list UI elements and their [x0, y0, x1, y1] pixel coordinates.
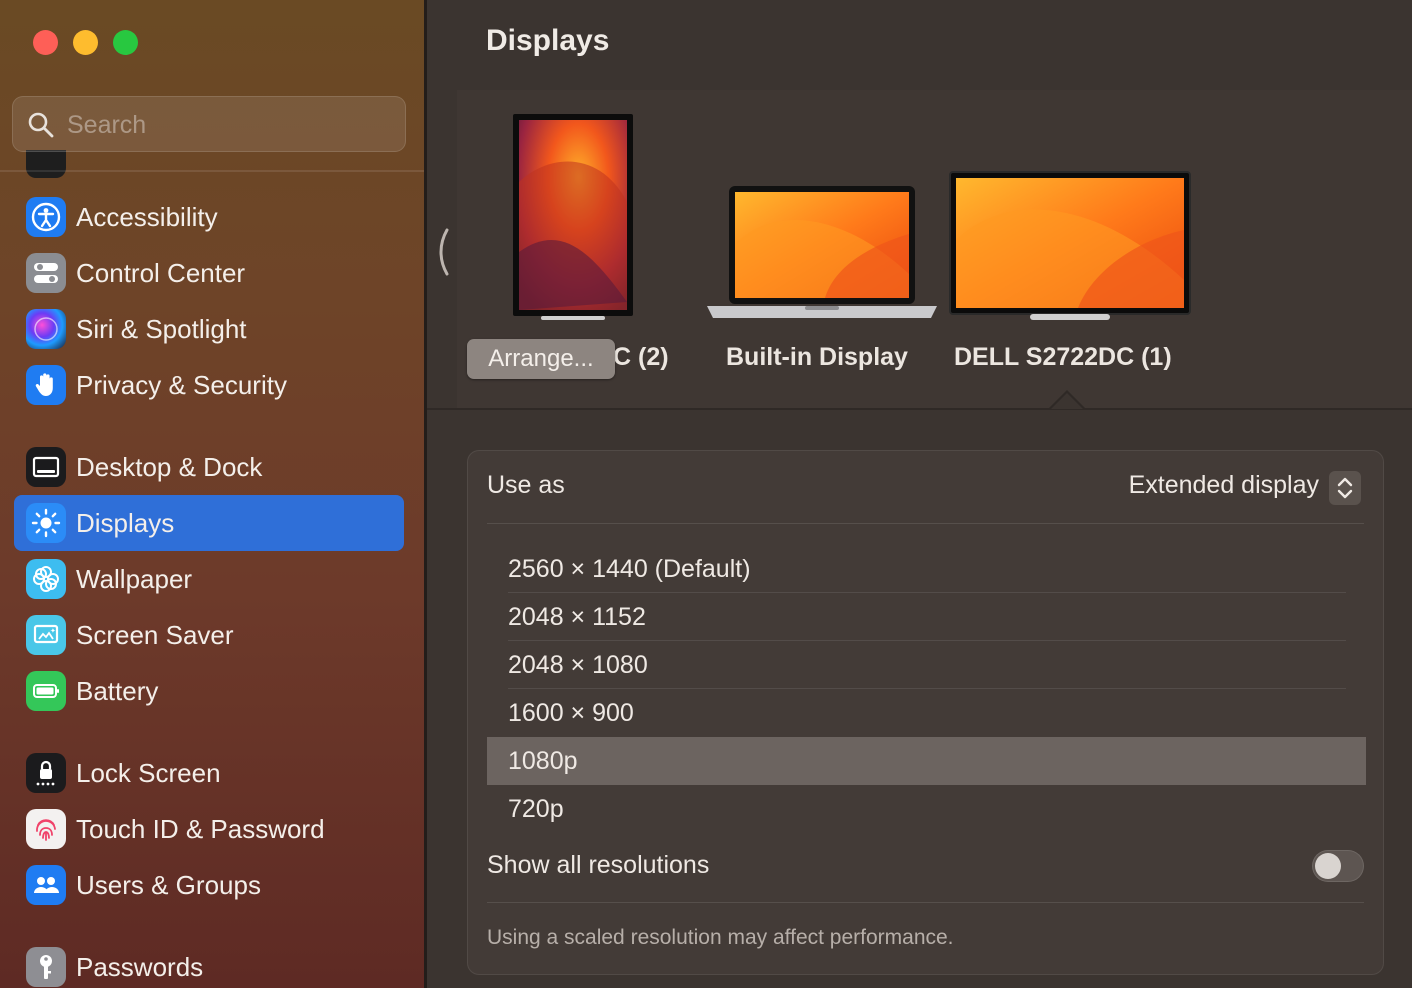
screen-saver-icon: ✦	[26, 615, 66, 655]
sidebar-item-label: Battery	[76, 676, 159, 706]
resolution-label: 2560 × 1440 (Default)	[508, 555, 751, 583]
siri-icon	[26, 309, 66, 349]
sidebar-item-siri-spotlight[interactable]: Siri & Spotlight	[14, 301, 404, 357]
scaled-resolution-note: Using a scaled resolution may affect per…	[487, 926, 954, 949]
sidebar-item-label: Screen Saver	[76, 620, 234, 650]
svg-text:✦: ✦	[50, 627, 56, 635]
sidebar-item-touch-id[interactable]: Touch ID & Password	[14, 801, 404, 857]
resolution-option-selected[interactable]: 1080p	[487, 737, 1366, 785]
sidebar-item-label: Control Center	[76, 258, 246, 288]
sun-icon	[26, 503, 66, 543]
sidebar-item-label: Accessibility	[76, 202, 218, 232]
users-icon	[26, 865, 66, 905]
display-settings-panel: Use as Extended display 2560 × 1440 (Def…	[467, 450, 1384, 975]
panel-divider	[487, 902, 1364, 903]
panel-divider	[487, 523, 1364, 524]
dock-icon	[26, 447, 66, 487]
toggle-knob	[1315, 853, 1341, 879]
sidebar-item-label: Lock Screen	[76, 758, 221, 788]
display-thumbnail-dell-2[interactable]	[511, 112, 637, 324]
hand-icon	[26, 365, 66, 405]
display-label-dell-2[interactable]: C (2)	[613, 343, 669, 372]
sidebar-item-lock-screen[interactable]: Lock Screen	[14, 745, 404, 801]
battery-icon	[26, 671, 66, 711]
resolution-label: 720p	[508, 795, 564, 823]
sidebar-item-label: Passwords	[76, 952, 204, 982]
resolution-label: 1600 × 900	[508, 699, 634, 727]
sidebar-item-wallpaper[interactable]: Wallpaper	[14, 551, 404, 607]
resolution-option[interactable]: 1600 × 900	[487, 689, 1366, 737]
resolution-option[interactable]: 2048 × 1152	[487, 593, 1366, 641]
sidebar-item-battery[interactable]: Battery	[14, 663, 404, 719]
accessibility-icon	[26, 197, 66, 237]
sidebar-item-passwords[interactable]: Passwords	[14, 939, 404, 988]
use-as-label: Use as	[487, 471, 565, 499]
display-thumbnail-dell-1[interactable]	[948, 170, 1192, 326]
sidebar-item-desktop-dock[interactable]: Desktop & Dock	[14, 439, 404, 495]
main-content: Displays C (2) Built-in Display DELL S27…	[427, 0, 1412, 988]
show-all-resolutions-label: Show all resolutions	[487, 851, 710, 879]
use-as-value[interactable]: Extended display	[1129, 471, 1319, 500]
sidebar-item-label: Users & Groups	[76, 870, 261, 900]
sidebar-item-control-center[interactable]: Control Center	[14, 245, 404, 301]
sidebar-item-label: Wallpaper	[76, 564, 193, 594]
search-icon	[28, 112, 54, 138]
flower-icon	[26, 559, 66, 599]
display-label-built-in[interactable]: Built-in Display	[726, 343, 908, 372]
show-all-resolutions-toggle[interactable]	[1312, 850, 1364, 882]
selected-display-pointer-fill	[1051, 393, 1083, 409]
resolution-option[interactable]: 720p	[487, 785, 1366, 833]
control-center-icon	[26, 253, 66, 293]
minimize-window-button[interactable]	[73, 30, 98, 55]
sidebar-item-accessibility[interactable]: Accessibility	[14, 189, 404, 245]
sidebar-item-label: Displays	[76, 508, 175, 538]
zoom-window-button[interactable]	[113, 30, 138, 55]
chevron-up-down-icon	[1337, 477, 1353, 499]
lock-icon	[26, 753, 66, 793]
resolution-label: 2048 × 1152	[508, 603, 646, 631]
key-icon	[26, 947, 66, 987]
display-thumbnail-built-in[interactable]	[705, 184, 939, 324]
resolution-option[interactable]: 2048 × 1080	[487, 641, 1366, 689]
use-as-popup-button[interactable]	[1329, 471, 1361, 505]
arrangement-divider	[427, 408, 1412, 410]
sidebar: Accessibility Control Center Siri & Spot…	[0, 0, 424, 988]
search-field[interactable]	[12, 96, 406, 152]
back-chevron-icon[interactable]	[433, 226, 453, 278]
sidebar-item-appearance-partial[interactable]	[26, 150, 66, 178]
appearance-icon	[26, 150, 66, 178]
sidebar-item-label: Touch ID & Password	[76, 814, 325, 844]
close-window-button[interactable]	[33, 30, 58, 55]
page-title: Displays	[486, 24, 610, 57]
sidebar-item-displays[interactable]: Displays	[14, 495, 404, 551]
resolution-label: 1080p	[508, 747, 578, 775]
sidebar-item-screen-saver[interactable]: ✦ Screen Saver	[14, 607, 404, 663]
resolution-label: 2048 × 1080	[508, 651, 648, 679]
sidebar-item-label: Privacy & Security	[76, 370, 287, 400]
sidebar-item-privacy-security[interactable]: Privacy & Security	[14, 357, 404, 413]
sidebar-item-users-groups[interactable]: Users & Groups	[14, 857, 404, 913]
search-input[interactable]	[67, 105, 387, 145]
display-label-dell-1[interactable]: DELL S2722DC (1)	[954, 343, 1172, 372]
fingerprint-icon	[26, 809, 66, 849]
sidebar-item-label: Siri & Spotlight	[76, 314, 247, 344]
resolution-option[interactable]: 2560 × 1440 (Default)	[487, 545, 1366, 593]
resolution-list: 2560 × 1440 (Default) 2048 × 1152 2048 ×…	[487, 545, 1366, 833]
sidebar-divider	[0, 170, 424, 172]
sidebar-item-label: Desktop & Dock	[76, 452, 263, 482]
arrange-button[interactable]: Arrange...	[467, 339, 615, 379]
